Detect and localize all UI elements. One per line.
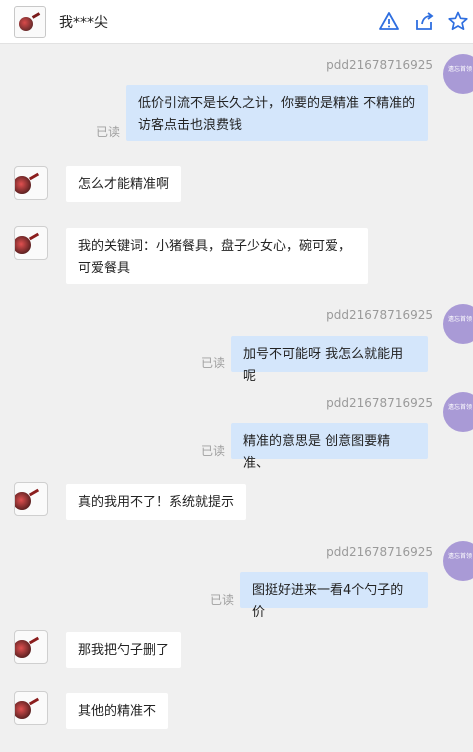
sender-avatar[interactable]: 遗忘首领 xyxy=(443,304,473,344)
share-icon[interactable] xyxy=(413,10,435,32)
sender-avatar[interactable]: 遗忘首领 xyxy=(443,392,473,432)
message-bubble-outgoing[interactable]: 加号不可能呀 我怎么就能用呢 xyxy=(231,336,428,384)
message-row-incoming: 我的关键词：小猪餐具，盘子少女心，碗可爱， 可爱餐具 xyxy=(0,226,473,284)
message-bubble-outgoing[interactable]: 低价引流不是长久之计，你要的是精准 不精准的 访客点击也浪费钱 xyxy=(126,85,428,141)
message-row-incoming: 那我把勺子删了 xyxy=(0,630,473,668)
sender-name: pdd21678716925 xyxy=(326,58,433,72)
sender-avatar-text: 遗忘首领 xyxy=(448,316,473,323)
read-status: 已读 xyxy=(210,593,235,607)
sender-avatar-text: 遗忘首领 xyxy=(448,553,473,560)
contact-avatar[interactable] xyxy=(14,226,48,260)
sender-avatar[interactable]: 遗忘首领 xyxy=(443,54,473,94)
message-bubble-incoming[interactable]: 真的我用不了！系统就提示 xyxy=(66,484,247,520)
message-list[interactable]: pdd21678716925 遗忘首领 低价引流不是长久之计，你要的是精准 不精… xyxy=(0,44,473,752)
sender-name: pdd21678716925 xyxy=(326,545,433,559)
sender-avatar-text: 遗忘首领 xyxy=(448,66,473,73)
sender-name: pdd21678716925 xyxy=(326,308,433,322)
contact-avatar[interactable] xyxy=(14,482,48,516)
read-status: 已读 xyxy=(201,356,226,370)
message-bubble-incoming[interactable]: 那我把勺子删了 xyxy=(66,632,182,668)
message-text-line: 低价引流不是长久之计，你要的是精准 不精准的 xyxy=(138,96,416,111)
read-status: 已读 xyxy=(96,125,121,139)
chat-header: 我***尖 xyxy=(0,0,473,44)
sender-avatar-text: 遗忘首领 xyxy=(448,404,473,411)
contact-avatar[interactable] xyxy=(14,166,48,200)
message-text-line: 可爱餐具 xyxy=(78,261,131,276)
message-bubble-incoming[interactable]: 我的关键词：小猪餐具，盘子少女心，碗可爱， 可爱餐具 xyxy=(66,228,368,284)
message-bubble-outgoing[interactable]: 精准的意思是 创意图要精准、 xyxy=(231,423,428,471)
message-row-outgoing: pdd21678716925 遗忘首领 低价引流不是长久之计，你要的是精准 不精… xyxy=(0,54,473,146)
contact-avatar[interactable] xyxy=(14,691,48,725)
message-text-line: 我的关键词：小猪餐具，盘子少女心，碗可爱， xyxy=(78,239,352,254)
message-bubble-incoming[interactable]: 怎么才能精准啊 xyxy=(66,166,182,202)
message-bubble-incoming[interactable]: 其他的精准不 xyxy=(66,693,169,729)
message-text-line: 访客点击也浪费钱 xyxy=(138,118,243,133)
message-row-outgoing: pdd21678716925 遗忘首领 精准的意思是 创意图要精准、 已读 xyxy=(0,392,473,471)
message-bubble-outgoing[interactable]: 图挺好进来一看4个勺子的价 xyxy=(240,572,428,620)
warning-icon[interactable] xyxy=(378,10,400,32)
message-row-outgoing: pdd21678716925 遗忘首领 图挺好进来一看4个勺子的价 已读 xyxy=(0,541,473,620)
contact-avatar[interactable] xyxy=(14,630,48,664)
message-row-incoming: 真的我用不了！系统就提示 xyxy=(0,482,473,520)
read-status: 已读 xyxy=(201,444,226,458)
message-row-incoming: 怎么才能精准啊 xyxy=(0,166,473,202)
sender-name: pdd21678716925 xyxy=(326,396,433,410)
sender-avatar[interactable]: 遗忘首领 xyxy=(443,541,473,581)
message-row-incoming: 其他的精准不 xyxy=(0,691,473,729)
star-icon[interactable] xyxy=(447,10,469,32)
message-row-outgoing: pdd21678716925 遗忘首领 加号不可能呀 我怎么就能用呢 已读 xyxy=(0,304,473,384)
contact-avatar[interactable] xyxy=(14,6,46,38)
contact-name: 我***尖 xyxy=(59,15,108,31)
